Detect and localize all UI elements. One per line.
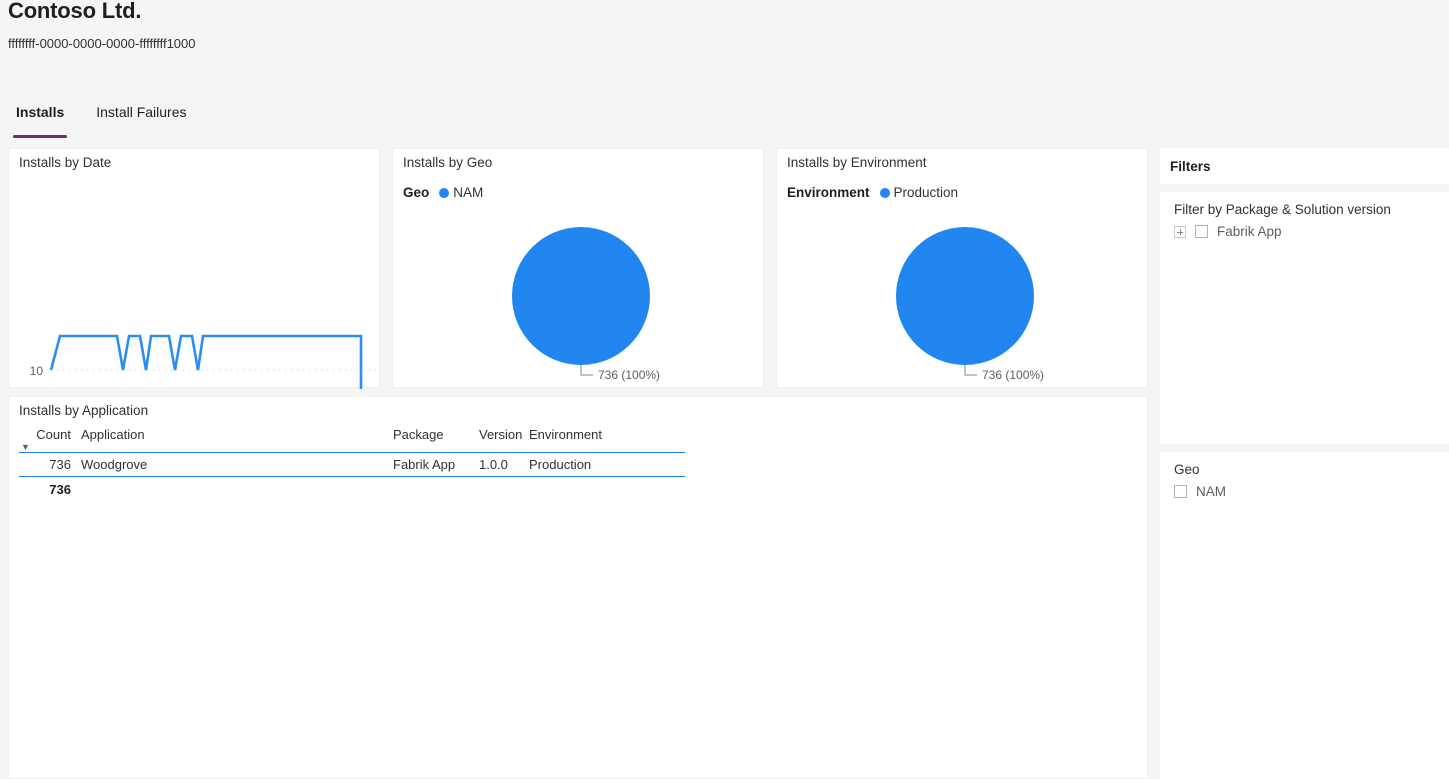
card-installs-by-date: Installs by Date 10 5 Dec 2020 Jan 2021	[8, 148, 381, 389]
cell-total-blank-4	[527, 477, 685, 502]
filter-panel-geo: Geo NAM	[1160, 452, 1449, 779]
ytick-label-10: 10	[30, 364, 44, 378]
line-chart-installs-by-date[interactable]: 10 5 Dec 2020 Jan 2021	[9, 149, 381, 389]
installs-by-application-table: Count ▼ Application Package Version Envi…	[19, 425, 685, 501]
pie-slice-production	[896, 227, 1034, 365]
column-header-environment[interactable]: Environment	[527, 425, 685, 453]
filter-item-label-nam: NAM	[1196, 484, 1226, 499]
card-installs-by-environment: Installs by Environment Environment Prod…	[776, 148, 1148, 388]
card-installs-by-geo: Installs by Geo Geo NAM 736 (100%)	[392, 148, 764, 388]
column-header-count[interactable]: Count ▼	[19, 425, 79, 453]
card-installs-by-application: Installs by Application Count ▼ Applicat…	[8, 396, 1148, 779]
pie-leader-line-production	[964, 365, 977, 376]
cell-environment: Production	[527, 452, 685, 477]
tab-bar: Installs Install Failures	[8, 104, 211, 138]
filters-rail: Filters Filter by Package & Solution ver…	[1160, 148, 1449, 779]
filters-title: Filters	[1170, 159, 1211, 174]
pie-data-label-nam: 736 (100%)	[598, 368, 660, 382]
card-title-installs-by-application: Installs by Application	[19, 403, 149, 418]
column-header-application[interactable]: Application	[79, 425, 391, 453]
column-header-package[interactable]: Package	[391, 425, 477, 453]
cell-total-blank-3	[477, 477, 527, 502]
table-header-row: Count ▼ Application Package Version Envi…	[19, 425, 685, 453]
table-total-row: 736	[19, 477, 685, 502]
cell-package: Fabrik App	[391, 452, 477, 477]
filters-header: Filters	[1160, 148, 1449, 184]
tab-install-failures[interactable]: Install Failures	[88, 104, 194, 136]
filter-item-nam[interactable]: NAM	[1174, 484, 1226, 499]
checkbox-nam[interactable]	[1174, 485, 1187, 498]
page-title: Contoso Ltd.	[8, 0, 142, 23]
cell-version: 1.0.0	[477, 452, 527, 477]
checkbox-fabrik-app[interactable]	[1195, 225, 1208, 238]
filter-panel-package: Filter by Package & Solution version Fab…	[1160, 192, 1449, 444]
column-header-count-label: Count	[36, 427, 71, 442]
filter-item-label-fabrik-app: Fabrik App	[1217, 224, 1282, 239]
pie-chart-installs-by-environment[interactable]: 736 (100%)	[777, 149, 1149, 389]
expand-plus-icon[interactable]	[1174, 225, 1186, 238]
pie-chart-installs-by-geo[interactable]: 736 (100%)	[393, 149, 765, 389]
table-row[interactable]: 736 Woodgrove Fabrik App 1.0.0 Productio…	[19, 452, 685, 477]
tenant-id-subtitle: ffffffff-0000-0000-0000-ffffffff1000	[8, 36, 196, 51]
cell-count: 736	[19, 452, 79, 477]
dashboard-page: Contoso Ltd. ffffffff-0000-0000-0000-fff…	[0, 0, 1449, 779]
column-header-version[interactable]: Version	[477, 425, 527, 453]
cell-total-blank-1	[79, 477, 391, 502]
filter-label-package: Filter by Package & Solution version	[1174, 202, 1391, 217]
tab-installs[interactable]: Installs	[8, 104, 72, 138]
pie-data-label-production: 736 (100%)	[982, 368, 1044, 382]
cell-total-count: 736	[49, 482, 71, 497]
pie-slice-nam	[512, 227, 650, 365]
pie-leader-line-nam	[580, 365, 593, 376]
sort-descending-icon: ▼	[21, 442, 30, 452]
filter-label-geo: Geo	[1174, 462, 1200, 477]
cell-total-blank-2	[391, 477, 477, 502]
filter-item-fabrik-app[interactable]: Fabrik App	[1174, 224, 1282, 239]
line-series-installs	[49, 334, 363, 389]
cell-application: Woodgrove	[79, 452, 391, 477]
